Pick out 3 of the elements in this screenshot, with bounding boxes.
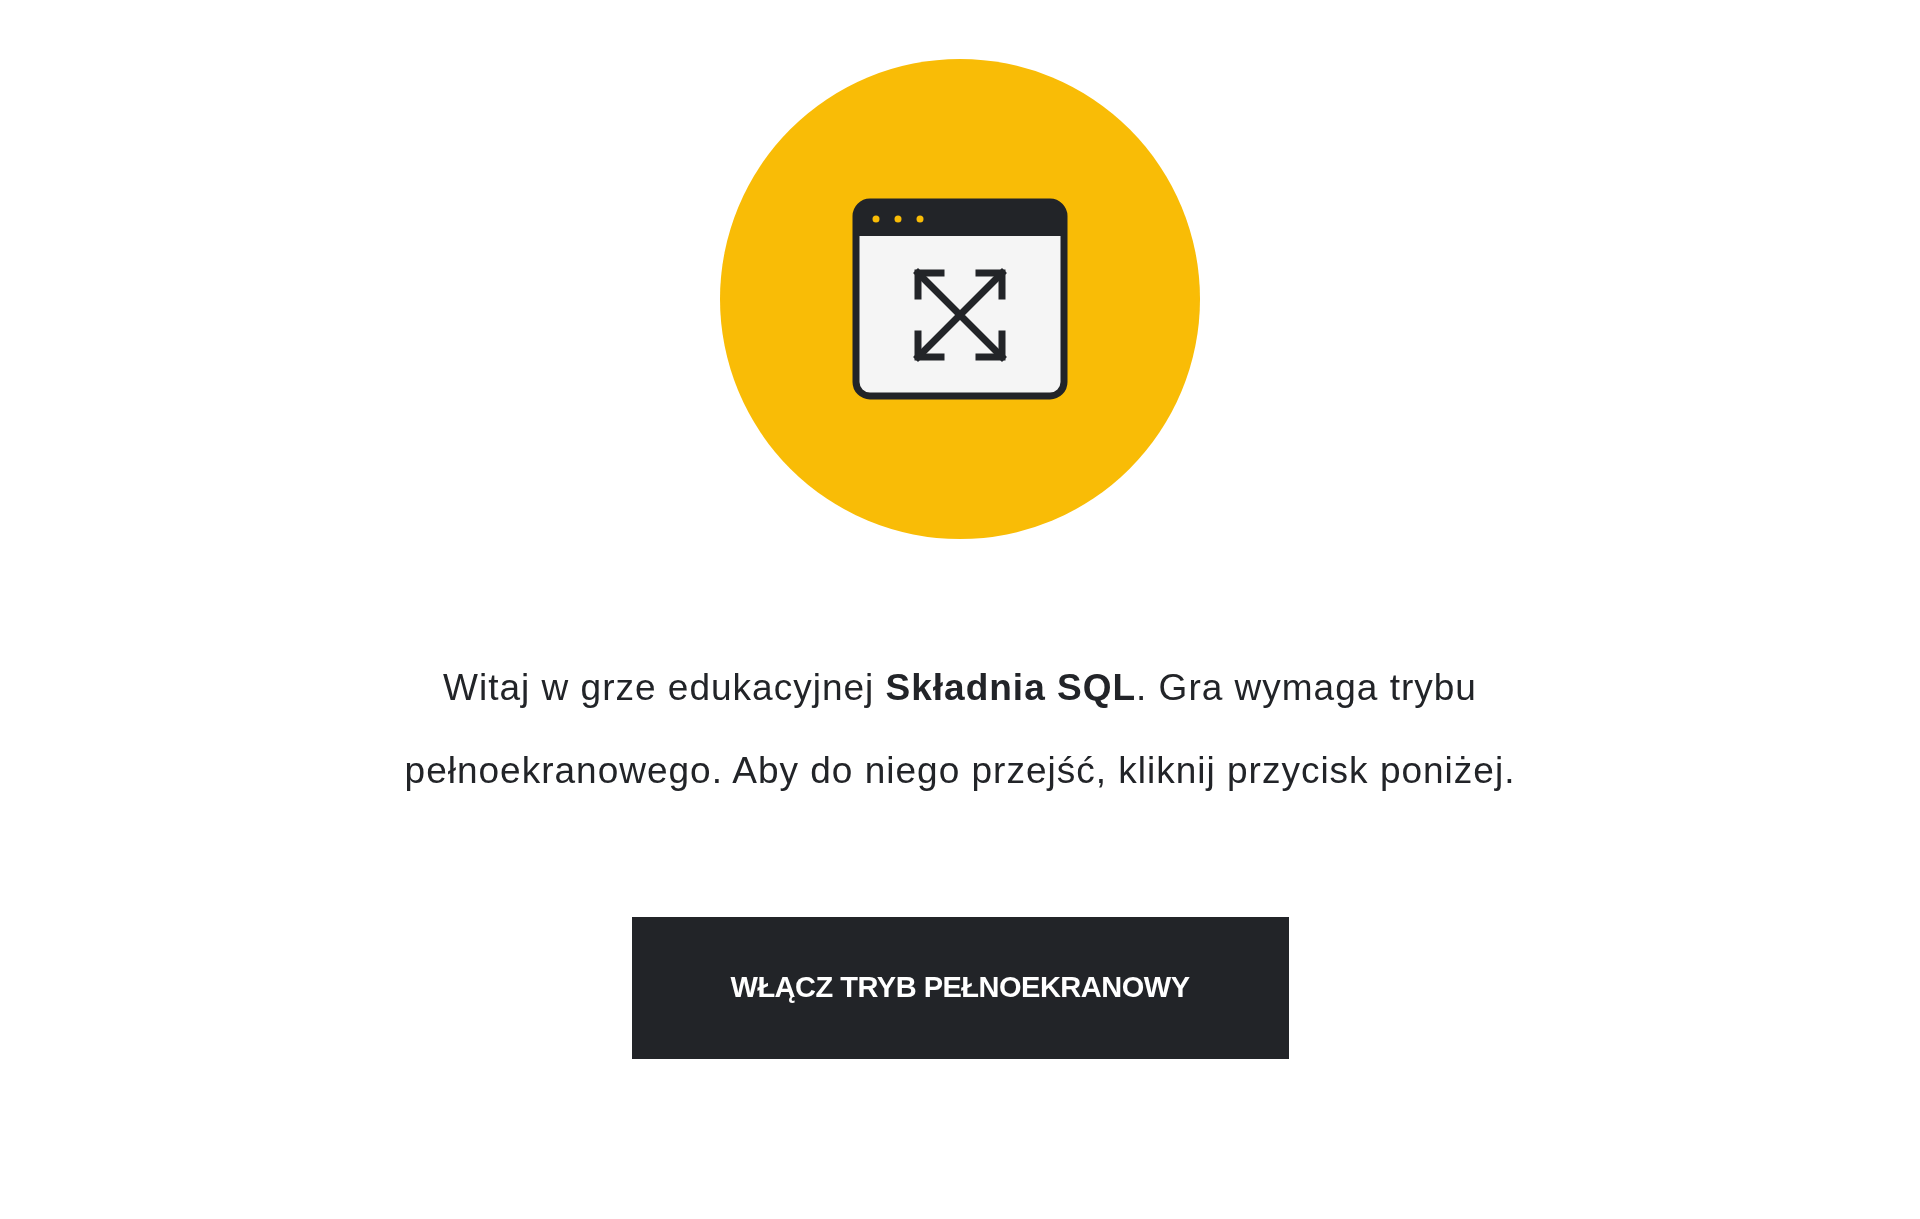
fullscreen-window-icon xyxy=(852,198,1068,400)
fullscreen-button[interactable]: WŁĄCZ TRYB PEŁNOEKRANOWY xyxy=(631,917,1289,1059)
intro-paragraph: Witaj w grze edukacyjnej Składnia SQL. Gra wymaga trybu pełnoekranowego. Aby do niego przejść, kliknij przycisk poniżej. xyxy=(403,666,1517,793)
